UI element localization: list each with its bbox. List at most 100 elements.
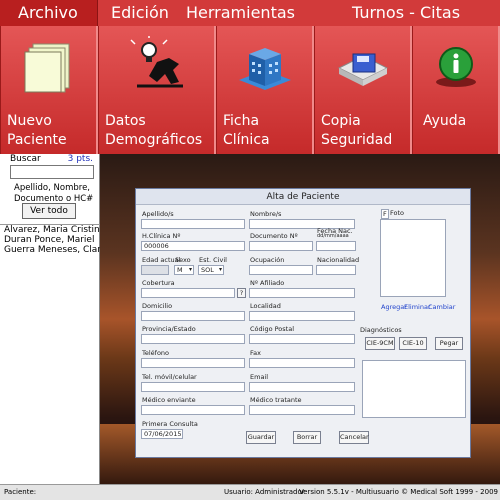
nuevo-paciente-label-2: Paciente: [7, 132, 67, 148]
photo-box: [380, 219, 446, 297]
fax-field[interactable]: [249, 358, 355, 368]
search-label: Buscar: [10, 154, 41, 164]
cie10-button[interactable]: CIE-10: [399, 337, 427, 350]
ficha-clinica-button[interactable]: Ficha Clínica: [216, 26, 314, 154]
telefono-label: Teléfono: [142, 349, 170, 357]
menu-turnos-citas[interactable]: Turnos - Citas: [352, 0, 460, 26]
patient-list[interactable]: Alvarez, Maria Cristina Duran Ponce, Mar…: [0, 224, 100, 478]
nombre-label: Nombre/s: [250, 210, 282, 218]
status-bar: Paciente: Usuario: Administrador Version…: [0, 484, 500, 500]
nuevo-paciente-button[interactable]: Nuevo Paciente: [0, 26, 98, 154]
patient-search-panel: Buscar 3 pts. Apellido, Nombre, Document…: [0, 154, 100, 484]
diagnosticos-list[interactable]: [362, 360, 466, 418]
tel-movil-label: Tel. móvil/celular: [142, 373, 197, 381]
borrar-button[interactable]: Borrar: [293, 431, 321, 444]
documento-field[interactable]: [249, 241, 313, 251]
localidad-field[interactable]: [249, 311, 355, 321]
sexo-select[interactable]: M: [174, 265, 194, 275]
sexo-label: Sexo: [175, 256, 191, 264]
copia-seguridad-button[interactable]: Copia Seguridad: [314, 26, 412, 154]
ayuda-button[interactable]: Ayuda: [412, 26, 500, 154]
nuevo-paciente-label-1: Nuevo: [7, 113, 52, 129]
cobertura-lookup-button[interactable]: ?: [237, 288, 246, 298]
guardar-button[interactable]: Guardar: [246, 431, 276, 444]
foto-file-icon[interactable]: F: [381, 209, 389, 219]
ficha-clinica-label-2: Clínica: [223, 132, 270, 148]
hclinica-field[interactable]: 000006: [141, 241, 245, 251]
datos-demograficos-button[interactable]: Datos Demográficos: [98, 26, 216, 154]
search-input[interactable]: [10, 165, 94, 179]
info-icon: [435, 47, 476, 87]
photo-eliminar-link[interactable]: Eliminar: [404, 303, 431, 311]
status-usuario: Usuario: Administrador: [224, 488, 305, 496]
view-all-button[interactable]: Ver todo: [22, 203, 76, 219]
fax-label: Fax: [250, 349, 261, 357]
search-hint-line1: Apellido, Nombre,: [14, 183, 90, 193]
cobertura-label: Cobertura: [142, 279, 175, 287]
cancelar-button[interactable]: Cancelar: [339, 431, 369, 444]
domicilio-field[interactable]: [141, 311, 245, 321]
diagnosticos-label: Diagnósticos: [360, 326, 402, 334]
localidad-label: Localidad: [250, 302, 281, 310]
status-version: Version 5.5.1v - Multiusuario © Medical …: [298, 488, 498, 496]
ocupacion-label: Ocupación: [250, 256, 285, 264]
copia-seguridad-label-1: Copia: [321, 113, 361, 129]
menu-edicion[interactable]: Edición: [111, 0, 169, 26]
edad-field: [141, 265, 169, 275]
primera-consulta-field[interactable]: 07/06/2015: [141, 429, 183, 439]
medico-enviante-label: Médico enviante: [142, 396, 196, 404]
pegar-button[interactable]: Pegar: [435, 337, 463, 350]
menu-archivo[interactable]: Archivo: [0, 0, 98, 26]
person-lightbulb-icon: [129, 36, 183, 88]
est-civil-label: Est. Civil: [199, 256, 227, 264]
est-civil-select[interactable]: SOL: [198, 265, 224, 275]
menu-herramientas[interactable]: Herramientas: [186, 0, 295, 26]
ayuda-label: Ayuda: [423, 113, 467, 129]
provincia-label: Provincia/Estado: [142, 325, 196, 333]
photo-cambiar-link[interactable]: Cambiar: [428, 303, 455, 311]
afiliado-label: Nº Afiliado: [250, 279, 285, 287]
telefono-field[interactable]: [141, 358, 245, 368]
medico-tratante-field[interactable]: [249, 405, 355, 415]
status-paciente: Paciente:: [4, 488, 37, 496]
photo-agregar-link[interactable]: Agregar: [381, 303, 407, 311]
domicilio-label: Domicilio: [142, 302, 173, 310]
toolbar: Nuevo Paciente Datos Demográficos Ficha …: [0, 26, 500, 154]
primera-consulta-label: Primera Consulta: [142, 420, 198, 428]
building-icon: [238, 48, 291, 90]
fecha-nac-hint: dd/mm/aaaa: [317, 233, 349, 239]
nacionalidad-field[interactable]: [316, 265, 356, 275]
alta-paciente-dialog: Alta de Paciente Apellido/s Nombre/s H.C…: [135, 188, 471, 458]
codigo-postal-label: Código Postal: [250, 325, 295, 333]
search-hint: Apellido, Nombre, Documento o HC#: [14, 183, 100, 205]
tel-movil-field[interactable]: [141, 382, 245, 392]
apellido-field[interactable]: [141, 219, 245, 229]
fecha-nac-field[interactable]: [316, 241, 356, 251]
list-item[interactable]: Duran Ponce, Mariel: [0, 235, 100, 245]
medico-tratante-label: Médico tratante: [250, 396, 302, 404]
copia-seguridad-label-2: Seguridad: [321, 132, 393, 148]
ocupacion-field[interactable]: [249, 265, 313, 275]
nacionalidad-label: Nacionalidad: [317, 256, 360, 264]
documento-label: Documento Nº: [250, 232, 298, 240]
email-label: Email: [250, 373, 269, 381]
hclinica-label: H.Clínica Nº: [142, 232, 181, 240]
email-field[interactable]: [249, 382, 355, 392]
search-points: 3 pts.: [67, 154, 93, 164]
menu-bar: Archivo Edición Herramientas Turnos - Ci…: [0, 0, 500, 26]
documents-icon: [24, 43, 69, 93]
dialog-title: Alta de Paciente: [136, 189, 470, 205]
datos-demograficos-label-1: Datos: [105, 113, 146, 129]
foto-label: Foto: [390, 209, 405, 217]
list-item[interactable]: Alvarez, Maria Cristina: [0, 225, 100, 235]
cie9cm-button[interactable]: CIE-9CM: [365, 337, 395, 350]
afiliado-field[interactable]: [249, 288, 355, 298]
provincia-field[interactable]: [141, 334, 245, 344]
list-item[interactable]: Guerra Meneses, Clari: [0, 245, 100, 255]
datos-demograficos-label-2: Demográficos: [105, 132, 203, 148]
floppy-disk-icon: [337, 53, 388, 86]
codigo-postal-field[interactable]: [249, 334, 355, 344]
ficha-clinica-label-1: Ficha: [223, 113, 260, 129]
cobertura-field[interactable]: [141, 288, 235, 298]
medico-enviante-field[interactable]: [141, 405, 245, 415]
